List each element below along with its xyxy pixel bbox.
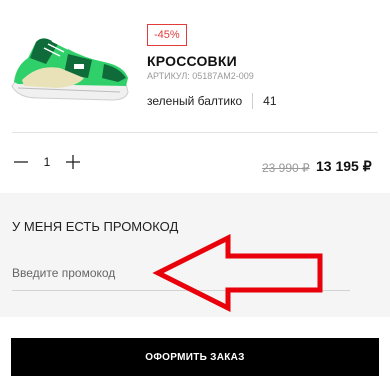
product-color: зеленый балтико	[147, 94, 243, 108]
variant-divider	[252, 93, 254, 109]
old-price: 23 990 ₽	[262, 161, 310, 175]
promo-title[interactable]: У МЕНЯ ЕСТЬ ПРОМОКОД	[12, 219, 178, 234]
product-image[interactable]	[8, 28, 132, 106]
product-variant: зеленый балтико 41	[147, 93, 277, 109]
quantity-value[interactable]: 1	[32, 155, 62, 169]
decrease-quantity-button[interactable]	[10, 151, 32, 173]
product-article: АРТИКУЛ: 05187AM2-009	[147, 71, 254, 81]
increase-quantity-button[interactable]	[62, 151, 84, 173]
checkout-button[interactable]: ОФОРМИТЬ ЗАКАЗ	[11, 338, 379, 376]
quantity-stepper: 1	[10, 151, 84, 173]
discount-badge: -45%	[147, 24, 187, 46]
cart-item: -45% КРОССОВКИ АРТИКУЛ: 05187AM2-009 зел…	[0, 0, 390, 132]
section-divider	[12, 132, 378, 133]
plus-icon	[66, 155, 80, 169]
current-price: 13 195 ₽	[316, 158, 372, 174]
arrow-annotation-icon	[152, 234, 323, 312]
product-title[interactable]: КРОССОВКИ	[147, 53, 237, 69]
minus-icon	[14, 161, 28, 163]
product-size: 41	[263, 94, 277, 108]
